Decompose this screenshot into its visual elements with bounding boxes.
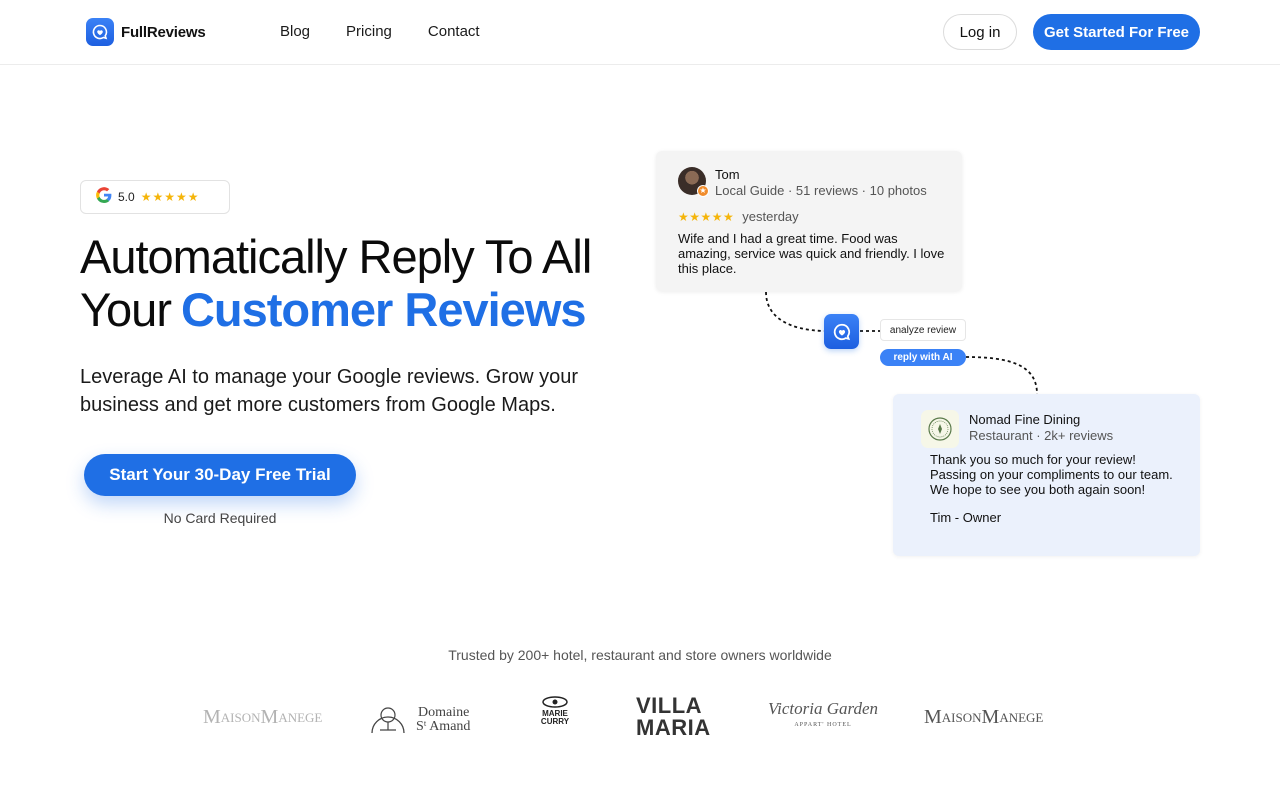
google-icon: [96, 186, 112, 208]
customer-review-card: ★ Tom Local Guide · 51 reviews · 10 phot…: [656, 151, 962, 291]
site-header: FullReviews Blog Pricing Contact Log in …: [0, 0, 1280, 65]
login-button[interactable]: Log in: [943, 14, 1017, 50]
nav-link-blog[interactable]: Blog: [280, 23, 310, 40]
business-name: Nomad Fine Dining: [969, 412, 1081, 427]
logo-maison-manege-faded: M AISON M ANEGE: [203, 706, 322, 729]
logo-text: ANEGE: [999, 709, 1044, 725]
brand-name: FullReviews: [121, 23, 206, 41]
logo-text: VILLA: [636, 693, 703, 718]
logo-text: M: [203, 706, 221, 728]
start-trial-button[interactable]: Start Your 30-Day Free Trial: [84, 454, 356, 496]
hero-title-accent: Customer Reviews: [180, 283, 587, 336]
reviewer-name: Tom: [715, 167, 740, 182]
logo-text: CURRY: [540, 717, 570, 726]
analyze-review-pill: analyze review: [880, 319, 966, 341]
logo-text: Domaine: [418, 704, 470, 720]
logo-marie-curry: MARIE CURRY: [536, 696, 574, 726]
logo-text: M: [924, 706, 942, 728]
logo-domaine-st-amand: Domaine Sᵗ Amand: [370, 700, 470, 739]
hero-subtitle: Leverage AI to manage your Google review…: [80, 366, 579, 416]
review-date: yesterday: [742, 209, 799, 224]
google-rating-badge: 5.0 ★★★★★: [80, 180, 230, 214]
hero-title-line2: Your: [80, 283, 172, 336]
no-card-note: No Card Required: [163, 510, 277, 526]
main-nav: Blog Pricing Contact: [280, 23, 516, 40]
logo-text: MARIA: [636, 715, 711, 740]
get-started-button[interactable]: Get Started For Free: [1033, 14, 1200, 50]
logo-victoria-garden: Victoria Garden APPART' HOTEL: [768, 700, 878, 734]
reply-signature: Tim - Owner: [930, 510, 1002, 525]
restaurant-logo-icon: [921, 410, 959, 448]
rating-stars: ★★★★★: [140, 190, 200, 204]
logo-text: AISON: [220, 709, 261, 725]
reviewer-meta: Local Guide · 51 reviews · 10 photos: [715, 183, 927, 198]
logo-text: AISON: [941, 709, 982, 725]
logo-villa-maria: VILLA MARIA: [636, 695, 711, 739]
eye-emblem-icon: [540, 696, 570, 710]
business-meta: Restaurant · 2k+ reviews: [969, 428, 1114, 443]
reply-text: Thank you so much for your review! Passi…: [930, 452, 1173, 497]
review-stars: ★★★★★: [678, 209, 735, 224]
logo-maison-manege: M AISON M ANEGE: [924, 706, 1043, 729]
chat-heart-icon: [86, 18, 114, 46]
logo-text: ANEGE: [278, 709, 323, 725]
logo-text: M: [981, 706, 1000, 728]
logo-text: M: [260, 706, 279, 728]
logo-text: APPART' HOTEL: [794, 722, 852, 728]
local-guide-star-icon: ★: [697, 185, 709, 197]
reply-with-ai-pill: reply with AI: [880, 349, 966, 366]
trusted-by-text: Trusted by 200+ hotel, restaurant and st…: [448, 647, 832, 663]
nav-link-pricing[interactable]: Pricing: [346, 23, 392, 40]
ai-chat-heart-icon: [824, 314, 859, 349]
logo-text: Victoria Garden: [768, 699, 879, 718]
reviewer-avatar: ★: [678, 167, 709, 197]
nav-link-contact[interactable]: Contact: [428, 23, 480, 40]
tree-emblem-icon: [370, 700, 406, 739]
rating-value: 5.0: [118, 190, 135, 204]
review-text: Wife and I had a great time. Food was am…: [678, 231, 945, 276]
brand-logo[interactable]: FullReviews: [86, 18, 206, 46]
logo-text: Sᵗ Amand: [416, 718, 471, 734]
hero-title-line1: Automatically Reply To All: [80, 230, 592, 283]
hero-title: Automatically Reply To All Your Customer …: [80, 230, 680, 336]
owner-reply-card: Nomad Fine Dining Restaurant · 2k+ revie…: [893, 394, 1200, 556]
